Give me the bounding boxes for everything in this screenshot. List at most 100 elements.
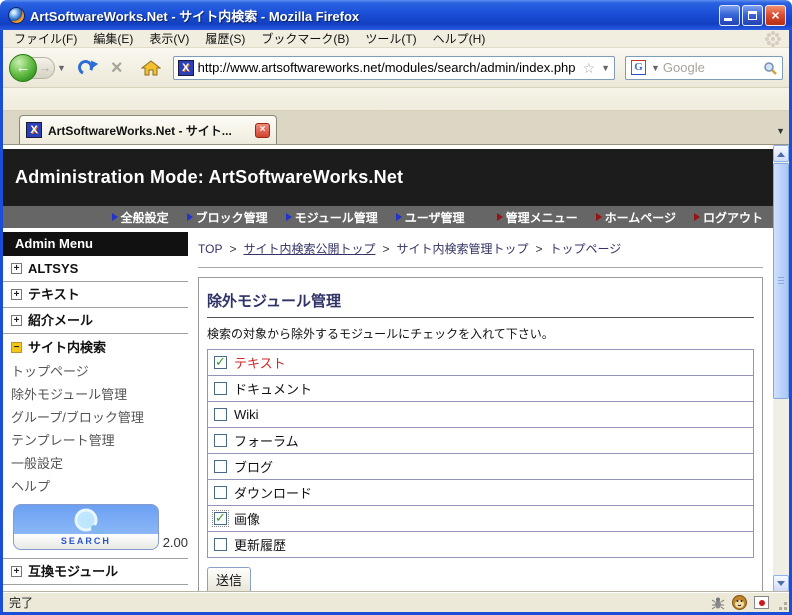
arrow-icon xyxy=(694,213,700,221)
scrollbar-thumb[interactable] xyxy=(773,163,789,399)
module-row: 画像 xyxy=(207,505,754,532)
search-engine-dropdown-icon[interactable]: ▼ xyxy=(651,63,660,73)
sidebar-item-altsys[interactable]: + ALTSYS xyxy=(3,256,188,282)
admin-sidebar: Admin Menu + ALTSYS + テキスト + 紹介メール − サイト… xyxy=(3,228,188,592)
menu-edit[interactable]: 編集(E) xyxy=(86,29,140,48)
sidebar-link-top-page[interactable]: トップページ xyxy=(3,360,188,383)
submit-button[interactable]: 送信 xyxy=(207,567,251,592)
monkey-icon[interactable] xyxy=(732,595,747,610)
status-bar: 完了 xyxy=(3,592,789,612)
bug-icon[interactable] xyxy=(711,596,725,610)
sidebar-item-user-modules[interactable]: + ユーザーモジュール xyxy=(3,585,188,592)
module-row: ダウンロード xyxy=(207,479,754,506)
breadcrumb: TOP > サイト内検索公開トップ > サイト内検索管理トップ > トップページ xyxy=(198,240,763,268)
resize-grip-dot xyxy=(784,602,787,605)
search-logo-label: SEARCH xyxy=(14,534,158,549)
module-label: テキスト xyxy=(234,353,286,372)
plus-icon[interactable]: + xyxy=(11,315,22,326)
menu-view[interactable]: 表示(V) xyxy=(142,29,196,48)
nav-general-settings[interactable]: 全般設定 xyxy=(112,209,169,226)
back-button[interactable]: ← xyxy=(9,54,37,82)
sidebar-item-text[interactable]: + テキスト xyxy=(3,282,188,308)
module-checkbox-blog[interactable] xyxy=(214,460,227,473)
module-checkbox-forum[interactable] xyxy=(214,434,227,447)
resize-grip-dot xyxy=(779,607,782,610)
stop-button[interactable]: × xyxy=(111,58,123,78)
nav-logout[interactable]: ログアウト xyxy=(694,209,763,226)
menu-bookmarks[interactable]: ブックマーク(B) xyxy=(254,29,356,48)
home-button[interactable] xyxy=(141,59,161,77)
menu-history[interactable]: 履歴(S) xyxy=(198,29,252,48)
nav-user-admin[interactable]: ユーザ管理 xyxy=(396,209,465,226)
sidebar-link-general-settings[interactable]: 一般設定 xyxy=(3,452,188,475)
active-tab[interactable]: X ArtSoftwareWorks.Net - サイト... × xyxy=(19,115,277,144)
tab-list-dropdown-icon[interactable]: ▼ xyxy=(776,126,785,136)
minus-icon[interactable]: − xyxy=(11,342,22,353)
vertical-scrollbar[interactable] xyxy=(773,145,789,592)
search-bar[interactable]: G ▼ xyxy=(625,56,783,80)
module-checkbox-download[interactable] xyxy=(214,486,227,499)
module-row: ブログ xyxy=(207,453,754,480)
breadcrumb-search-public-top[interactable]: サイト内検索公開トップ xyxy=(243,240,375,257)
module-checkbox-image[interactable] xyxy=(214,512,227,525)
menu-bar: ファイル(F) 編集(E) 表示(V) 履歴(S) ブックマーク(B) ツール(… xyxy=(3,30,789,48)
module-row: Wiki xyxy=(207,401,754,428)
nav-admin-menu[interactable]: 管理メニュー xyxy=(497,209,578,226)
google-icon: G xyxy=(631,60,646,75)
sidebar-link-group-block[interactable]: グループ/ブロック管理 xyxy=(3,406,188,429)
nav-block-admin[interactable]: ブロック管理 xyxy=(187,209,268,226)
search-input[interactable] xyxy=(663,60,760,75)
sidebar-item-invite-mail[interactable]: + 紹介メール xyxy=(3,308,188,334)
admin-mode-header: Administration Mode: ArtSoftwareWorks.Ne… xyxy=(3,149,773,206)
plus-icon[interactable]: + xyxy=(11,566,22,577)
sidebar-link-help[interactable]: ヘルプ xyxy=(3,475,188,498)
nav-module-admin[interactable]: モジュール管理 xyxy=(286,209,378,226)
menu-help[interactable]: ヘルプ(H) xyxy=(426,29,493,48)
module-label: Wiki xyxy=(234,407,259,422)
page-title: 除外モジュール管理 xyxy=(207,290,754,311)
module-checkbox-document[interactable] xyxy=(214,382,227,395)
instruction-text: 検索の対象から除外するモジュールにチェックを入れて下さい。 xyxy=(207,325,754,342)
arrow-icon xyxy=(497,213,503,221)
sidebar-header: Admin Menu xyxy=(3,232,188,256)
maximize-button[interactable] xyxy=(742,5,763,26)
resize-grip[interactable] xyxy=(784,607,787,610)
module-checkbox-update-history[interactable] xyxy=(214,538,227,551)
sidebar-link-excluded-modules[interactable]: 除外モジュール管理 xyxy=(3,383,188,406)
module-label: ドキュメント xyxy=(234,379,312,398)
minimize-button[interactable] xyxy=(719,5,740,26)
search-magnifier-icon[interactable] xyxy=(763,61,777,75)
breadcrumb-search-admin-top[interactable]: サイト内検索管理トップ xyxy=(397,240,529,257)
menu-tools[interactable]: ツール(T) xyxy=(358,29,423,48)
close-button[interactable]: × xyxy=(765,5,786,26)
module-checkbox-text[interactable] xyxy=(214,356,227,369)
plus-icon[interactable]: + xyxy=(11,263,22,274)
breadcrumb-top[interactable]: TOP xyxy=(198,242,222,256)
url-input[interactable] xyxy=(198,60,579,75)
reload-button[interactable] xyxy=(76,58,95,77)
firefox-icon xyxy=(8,7,25,24)
history-dropdown-icon[interactable]: ▼ xyxy=(57,63,66,73)
scroll-up-button[interactable] xyxy=(773,145,789,162)
bookmark-star-icon[interactable]: ☆ xyxy=(583,61,596,75)
tab-favicon: X xyxy=(26,122,42,138)
module-row: ドキュメント xyxy=(207,375,754,402)
tab-close-button[interactable]: × xyxy=(255,123,270,138)
scroll-down-button[interactable] xyxy=(773,575,789,592)
sidebar-link-templates[interactable]: テンプレート管理 xyxy=(3,429,188,452)
sidebar-item-compat-modules[interactable]: + 互換モジュール xyxy=(3,559,188,585)
module-label: フォーラム xyxy=(234,431,299,450)
module-checkbox-wiki[interactable] xyxy=(214,408,227,421)
japan-flag-icon[interactable] xyxy=(754,596,769,609)
module-label: ダウンロード xyxy=(234,483,312,502)
breadcrumb-top-page: トップページ xyxy=(550,240,622,257)
page-viewport: Administration Mode: ArtSoftwareWorks.Ne… xyxy=(3,145,789,592)
nav-homepage[interactable]: ホームページ xyxy=(596,209,676,226)
sidebar-item-site-search[interactable]: − サイト内検索 xyxy=(3,334,188,360)
menu-file[interactable]: ファイル(F) xyxy=(7,29,84,48)
plus-icon[interactable]: + xyxy=(11,289,22,300)
url-bar[interactable]: X ☆ ▼ xyxy=(173,56,615,80)
url-dropdown-icon[interactable]: ▼ xyxy=(601,63,610,73)
breadcrumb-separator: > xyxy=(536,242,543,256)
content-panel: 除外モジュール管理 検索の対象から除外するモジュールにチェックを入れて下さい。 … xyxy=(198,277,763,592)
